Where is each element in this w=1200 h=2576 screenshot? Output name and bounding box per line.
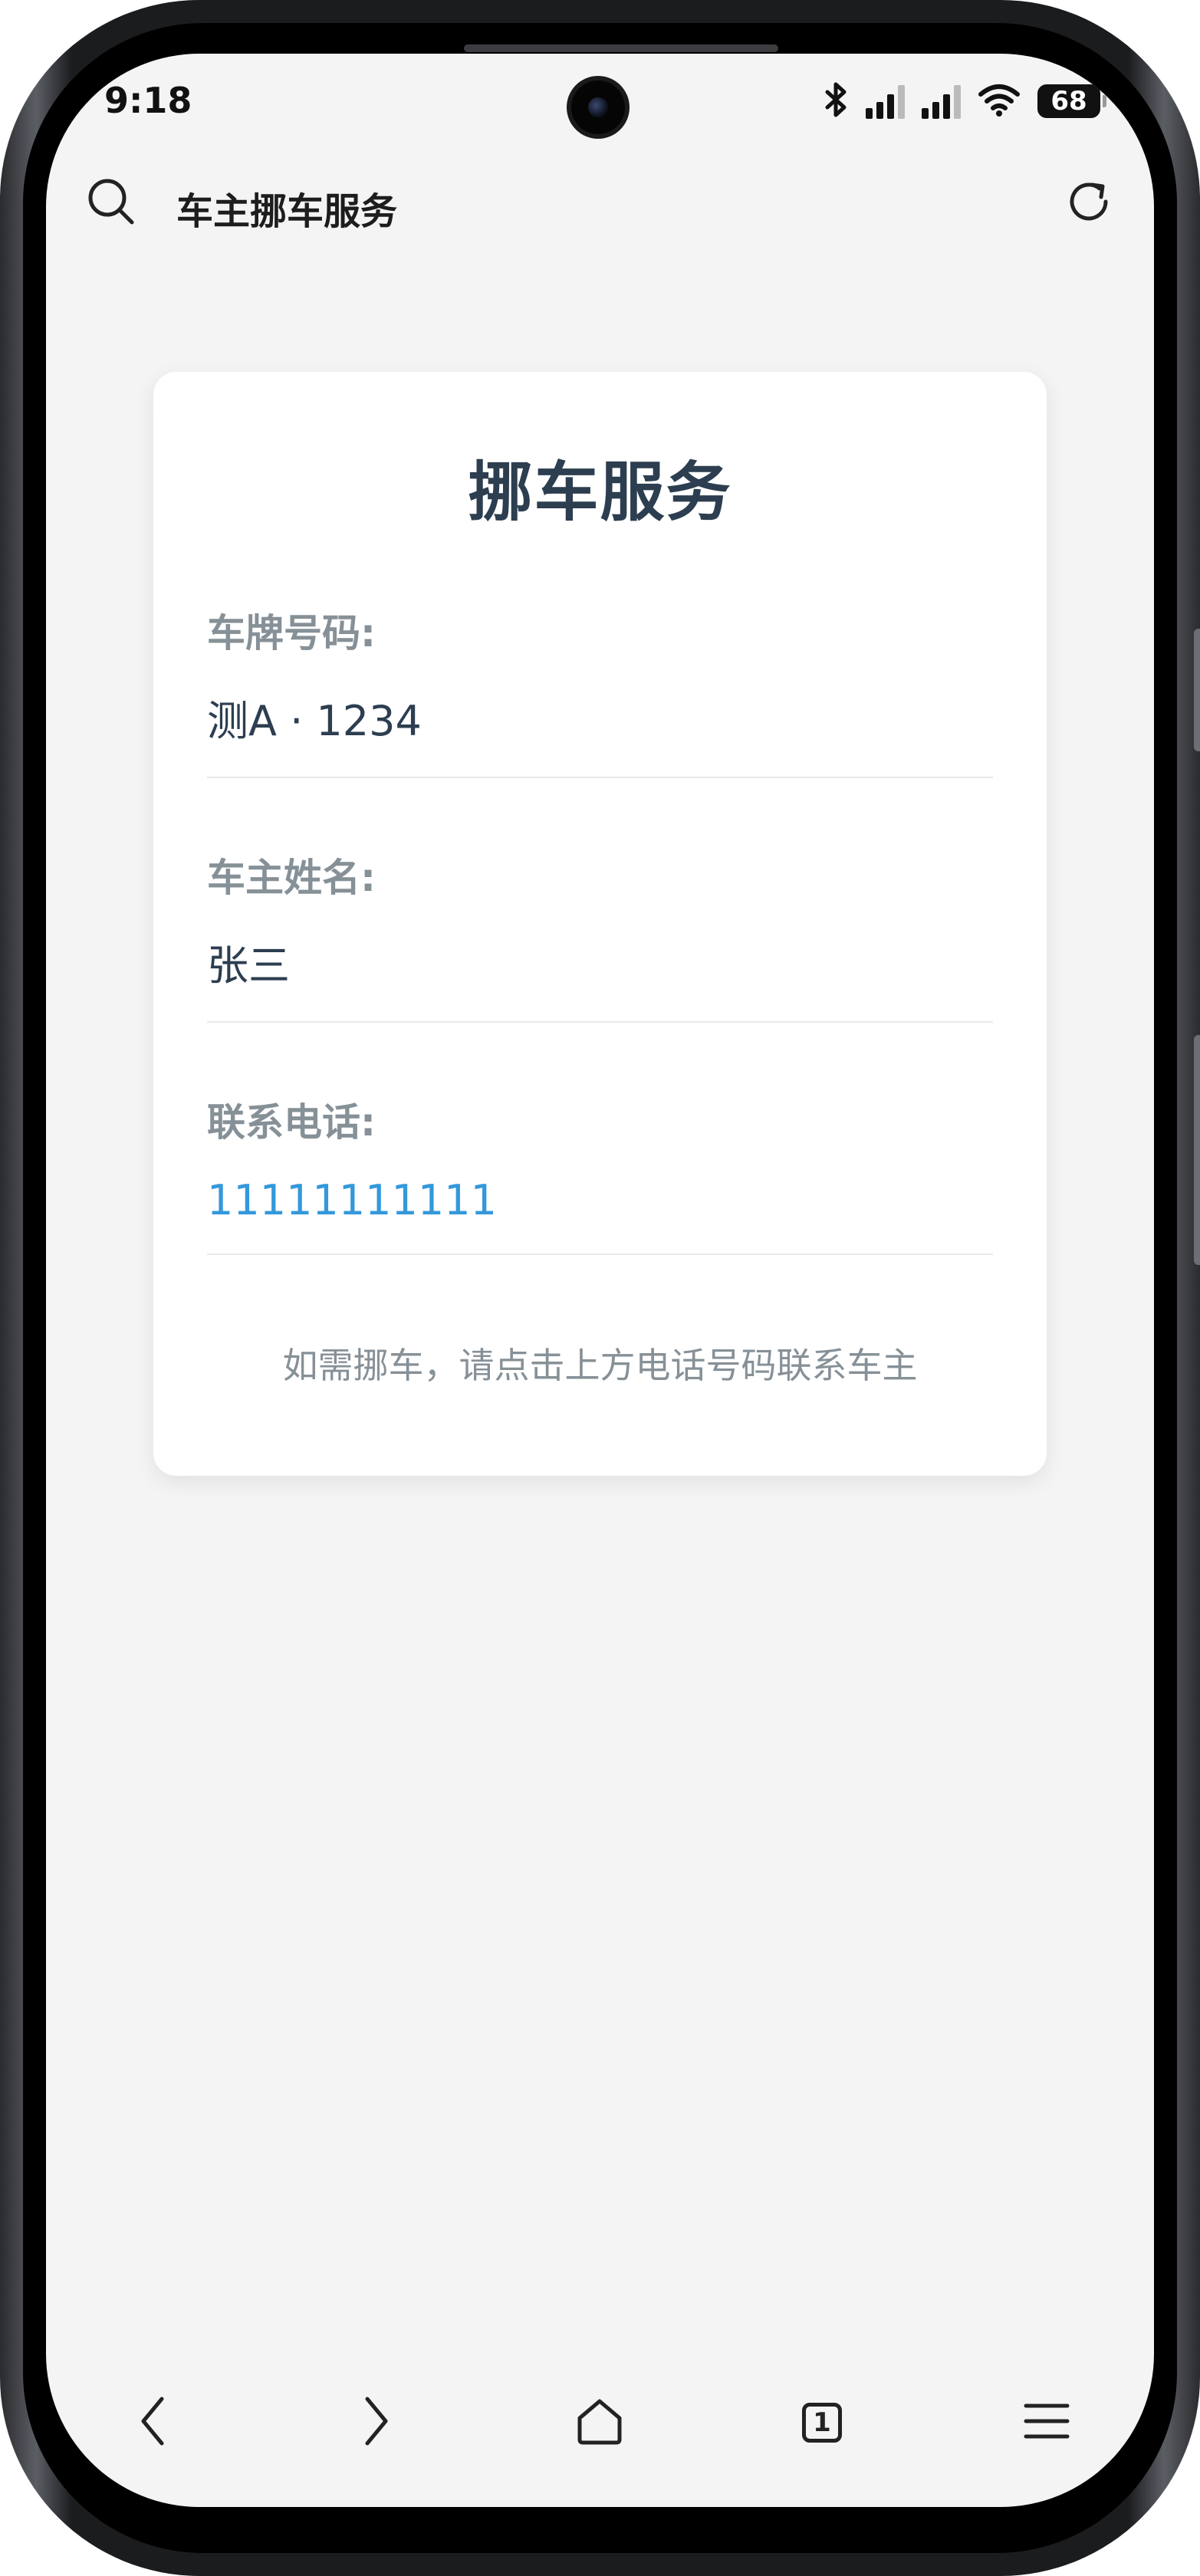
earpiece — [464, 44, 778, 52]
plate-label: 车牌号码: — [207, 611, 376, 656]
search-icon — [86, 176, 136, 230]
refresh-button[interactable] — [1058, 172, 1119, 234]
home-icon — [575, 2397, 624, 2449]
status-time: 9:18 — [104, 80, 192, 121]
hint-text: 如需挪车，请点击上方电话号码联系车主 — [282, 1345, 918, 1386]
owner-value: 张三 — [207, 941, 290, 990]
browser-toolbar: 车主挪车服务 — [46, 153, 1154, 245]
tabs-button[interactable]: 1 — [784, 2384, 860, 2461]
front-camera — [571, 80, 625, 134]
page-title: 车主挪车服务 — [176, 190, 398, 233]
refresh-icon — [1064, 177, 1113, 229]
battery-icon: 68 — [1037, 84, 1106, 118]
menu-icon — [1023, 2400, 1070, 2446]
tabs-icon: 1 — [802, 2403, 842, 2443]
move-car-card: 挪车服务 车牌号码: 测A · 1234 车主姓名: 张三 联系电话: 1111… — [153, 372, 1047, 1476]
card-title: 挪车服务 — [468, 455, 732, 530]
signal-icon — [922, 84, 961, 119]
plate-value: 测A · 1234 — [207, 697, 422, 745]
back-icon — [134, 2394, 173, 2451]
plate-field: 车牌号码: 测A · 1234 — [207, 534, 993, 778]
home-button[interactable] — [561, 2384, 638, 2461]
back-button[interactable] — [115, 2384, 192, 2461]
phone-label: 联系电话: — [207, 1100, 376, 1145]
menu-button[interactable] — [1008, 2384, 1085, 2461]
signal-icon — [866, 84, 905, 119]
wifi-icon — [978, 82, 1021, 120]
forward-button[interactable] — [337, 2384, 414, 2461]
bluetooth-icon — [823, 81, 849, 121]
forward-icon — [357, 2394, 395, 2451]
status-icons: 68 — [823, 80, 1106, 123]
status-bar: 9:18 68 — [46, 54, 1154, 153]
screen: 9:18 68 车主挪车服务 挪车服务 车牌号码: 测A · 1234 车主姓名… — [46, 54, 1154, 2507]
browser-bottom-nav: 1 — [46, 2354, 1154, 2507]
search-button[interactable] — [81, 172, 142, 234]
owner-field: 车主姓名: 张三 — [207, 778, 993, 1023]
owner-label: 车主姓名: — [207, 856, 376, 900]
power-button — [1194, 1035, 1200, 1265]
phone-field: 联系电话: 11111111111 — [207, 1023, 993, 1255]
volume-button — [1194, 629, 1200, 751]
phone-link[interactable]: 11111111111 — [207, 1176, 497, 1224]
phone-frame: 9:18 68 车主挪车服务 挪车服务 车牌号码: 测A · 1234 车主姓名… — [0, 0, 1200, 2576]
